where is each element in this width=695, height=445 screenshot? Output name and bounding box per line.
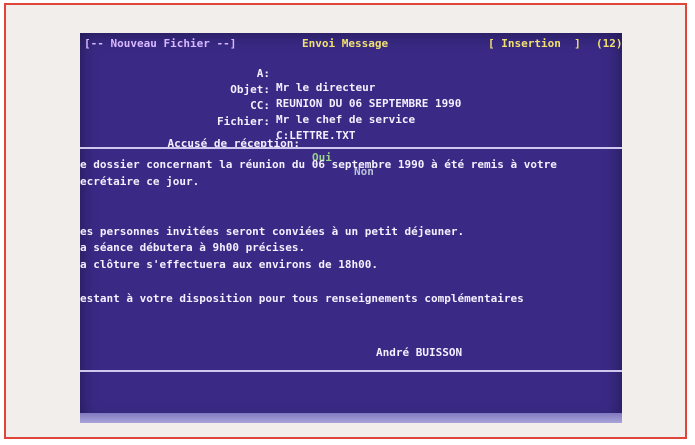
message-line-5: a clôture s'effectuera aux environs de 1… [80,258,379,271]
title-bar: [-- Nouveau Fichier --] Envoi Message [ … [80,37,622,51]
window-title: Envoi Message [302,37,389,50]
status-strip [80,413,622,423]
field-row-receipt: Accusé de réception: Oui Non [80,123,622,178]
signature: André BUISSON [376,346,463,359]
footer-divider [80,370,622,372]
terminal-screen: [-- Nouveau Fichier --] Envoi Message [ … [80,33,622,423]
message-line-3: es personnes invitées seront conviées à … [80,225,465,238]
header-divider [80,147,622,149]
message-line-1: e dossier concernant la réunion du 06 se… [80,158,557,171]
field-row-to: A: Mr le directeur [80,53,622,94]
field-row-file: Fichier: C:LETTRE.TXT [80,101,622,142]
message-line-6: estant à votre disposition pour tous ren… [80,292,524,305]
field-row-subject: Objet: REUNION DU 06 SEPTEMBRE 1990 [80,69,622,110]
field-row-cc: CC: Mr le chef de service [80,85,622,126]
message-line-4: a séance débutera à 9h00 précises. [80,241,306,254]
line-number-indicator: (12) [596,37,622,50]
file-status: [-- Nouveau Fichier --] [84,37,237,50]
message-line-2: ecrétaire ce jour. [80,175,200,188]
photo-frame: [-- Nouveau Fichier --] Envoi Message [ … [4,3,687,439]
insert-mode-indicator: [ Insertion ] [488,37,581,50]
